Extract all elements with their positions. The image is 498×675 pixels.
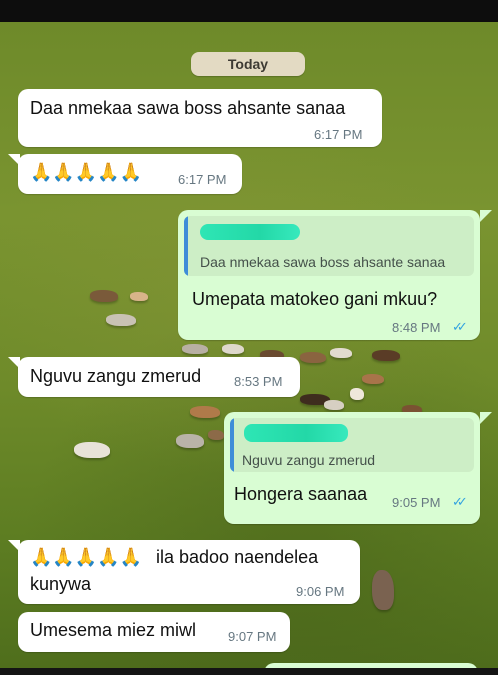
- message-bubble-outgoing[interactable]: Nguvu zangu zmerud Hongera saanaa 9:05 P…: [224, 412, 480, 524]
- horse-figure: [182, 344, 208, 354]
- message-text-continued: kunywa: [30, 574, 92, 594]
- message-text: Daa nmekaa sawa boss ahsante sanaa: [30, 98, 346, 118]
- message-time: 8:53 PM: [234, 374, 283, 389]
- message-time: 8:48 PM: [392, 320, 441, 335]
- horse-figure: [90, 290, 118, 302]
- message-bubble-outgoing[interactable]: Daa nmekaa sawa boss ahsante sanaa Umepa…: [178, 210, 480, 340]
- horse-figure: [362, 374, 384, 384]
- horse-figure: [330, 348, 352, 358]
- message-text: Umesema miez miwl: [30, 620, 197, 640]
- horse-figure: [190, 406, 220, 418]
- message-bubble-incoming[interactable]: Nguvu zangu zmerud 8:53 PM: [18, 357, 300, 397]
- message-time: 9:05 PM: [392, 495, 441, 510]
- message-bubble-incoming[interactable]: Daa nmekaa sawa boss ahsante sanaa 6:17 …: [18, 89, 382, 147]
- bubble-tail: [480, 210, 492, 222]
- message-time: 6:17 PM: [178, 172, 227, 187]
- chat-background: Today Daa nmekaa sawa boss ahsante sanaa…: [0, 22, 498, 668]
- message-bubble-incoming[interactable]: 🙏🙏🙏🙏🙏 ila badoo naendelea kunywa 9:06 PM: [18, 540, 360, 604]
- message-bubble-incoming[interactable]: Umesema miez miwl 9:07 PM: [18, 612, 290, 652]
- horse-figure: [222, 344, 244, 354]
- quoted-message[interactable]: Daa nmekaa sawa boss ahsante sanaa: [184, 216, 474, 276]
- read-receipt-icon: ✓✓: [452, 494, 468, 509]
- quote-accent-bar: [184, 216, 188, 276]
- top-dark-bar: [0, 0, 498, 22]
- horse-figure: [372, 570, 394, 610]
- message-text: ila badoo naendelea: [156, 547, 319, 567]
- horse-figure: [106, 314, 136, 326]
- message-time: 9:07 PM: [228, 629, 277, 644]
- horse-figure: [350, 388, 364, 400]
- quoted-text: Daa nmekaa sawa boss ahsante sanaa: [200, 254, 446, 270]
- message-bubble-incoming[interactable]: 🙏🙏🙏🙏🙏 6:17 PM: [18, 154, 242, 194]
- pray-emoji-icons: 🙏🙏🙏🙏🙏: [30, 162, 143, 183]
- quote-accent-bar: [230, 418, 234, 472]
- message-time: 9:06 PM: [296, 584, 345, 599]
- redacted-name: [200, 224, 300, 240]
- horse-figure: [176, 434, 204, 448]
- horse-figure: [208, 430, 224, 440]
- pray-emoji-icons: 🙏🙏🙏🙏🙏: [30, 547, 143, 568]
- redacted-name: [244, 424, 348, 442]
- date-chip: Today: [191, 52, 305, 76]
- quoted-message[interactable]: Nguvu zangu zmerud: [230, 418, 474, 472]
- bottom-dark-bar: [0, 668, 498, 675]
- horse-figure: [372, 350, 400, 361]
- message-text: Nguvu zangu zmerud: [30, 366, 202, 386]
- horse-figure: [324, 400, 344, 410]
- read-receipt-icon: ✓✓: [452, 319, 468, 334]
- horse-figure: [130, 292, 148, 301]
- horse-figure: [74, 442, 110, 458]
- message-text: Umepata matokeo gani mkuu?: [192, 289, 438, 309]
- horse-figure: [300, 352, 326, 363]
- bubble-tail: [480, 412, 492, 424]
- message-text: Hongera saanaa: [234, 484, 368, 504]
- message-time: 6:17 PM: [314, 127, 363, 142]
- quoted-text: Nguvu zangu zmerud: [242, 452, 376, 468]
